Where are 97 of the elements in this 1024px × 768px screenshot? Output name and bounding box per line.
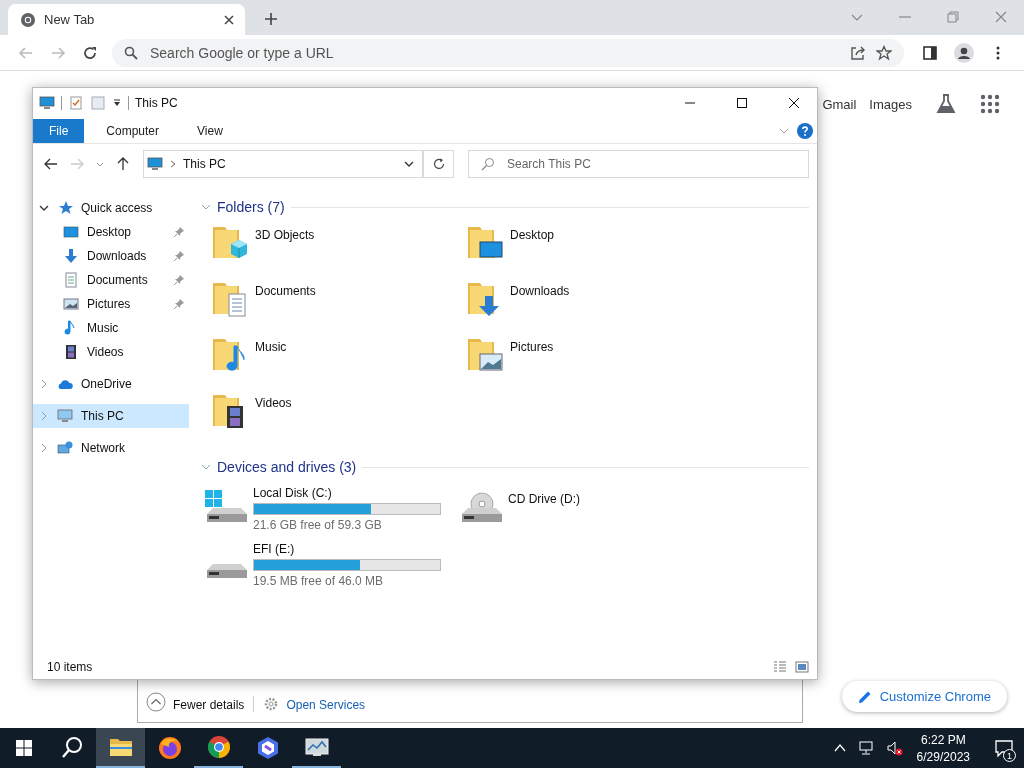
folder-name[interactable]: Downloads xyxy=(510,284,570,298)
free-space-text: 21.6 GB free of 59.3 GB xyxy=(253,518,383,532)
refresh-icon xyxy=(431,157,446,171)
chat-bubble-icon xyxy=(994,738,1014,758)
flask-icon[interactable] xyxy=(935,93,957,115)
properties-icon[interactable] xyxy=(68,95,84,111)
open-services-link[interactable]: Open Services xyxy=(286,698,366,712)
customize-chrome-button[interactable]: Customize Chrome xyxy=(841,681,1007,712)
tab-title: New Tab xyxy=(44,12,96,27)
group-heading[interactable]: Folders (7) xyxy=(217,199,285,215)
picture-icon xyxy=(63,296,79,312)
chrome-icon xyxy=(206,735,231,759)
sidebar-item[interactable]: OneDrive xyxy=(33,372,189,396)
clock[interactable]: 6:22 PM 6/29/2023 xyxy=(916,732,970,764)
desktop-icon xyxy=(63,224,79,240)
large-icons-view-icon[interactable] xyxy=(795,660,809,674)
fewer-details-link[interactable]: Fewer details xyxy=(173,698,245,712)
sidebar-item[interactable]: Music xyxy=(33,316,189,340)
gear-icon xyxy=(263,696,280,712)
network-icon xyxy=(57,440,73,456)
network-icon[interactable] xyxy=(858,740,875,756)
collapsed-icon[interactable] xyxy=(39,379,49,389)
pin-icon xyxy=(173,274,185,286)
reload-icon[interactable] xyxy=(82,44,98,61)
browser-tab[interactable]: New Tab xyxy=(8,4,245,35)
new-tab-icon[interactable] xyxy=(264,12,278,26)
drive-name[interactable]: CD Drive (D:) xyxy=(508,492,580,506)
collapsed-icon[interactable] xyxy=(39,443,49,453)
document-icon xyxy=(63,272,79,288)
drive-name[interactable]: EFI (E:) xyxy=(253,542,441,556)
profile-icon[interactable] xyxy=(954,42,974,63)
taskbar-app[interactable] xyxy=(96,728,145,768)
pin-icon xyxy=(173,250,185,262)
dropdown-icon[interactable] xyxy=(112,98,122,108)
side-panel-icon[interactable] xyxy=(922,44,938,61)
expanded-icon[interactable] xyxy=(39,203,49,213)
folder-name[interactable]: Videos xyxy=(255,396,292,410)
pencil-icon xyxy=(857,689,872,704)
collapse-group-icon[interactable] xyxy=(201,462,211,472)
download-arrow-icon xyxy=(63,248,79,264)
fox-globe-icon xyxy=(157,736,182,760)
up-icon[interactable] xyxy=(115,156,131,172)
clock-time: 6:22 PM xyxy=(920,732,966,747)
sidebar-item[interactable]: Pictures xyxy=(33,292,189,316)
search-field[interactable]: Search This PC xyxy=(468,150,809,178)
pin-icon xyxy=(173,226,185,238)
group-heading[interactable]: Devices and drives (3) xyxy=(217,459,357,475)
share-icon[interactable] xyxy=(850,44,866,61)
search-icon xyxy=(481,157,495,171)
address-bar[interactable]: Search Google or type a URL xyxy=(112,38,904,67)
collapse-icon[interactable] xyxy=(146,692,166,712)
help-icon[interactable] xyxy=(797,122,813,139)
chevron-icon xyxy=(169,160,177,168)
dropdown-icon xyxy=(404,159,414,169)
star-icon[interactable] xyxy=(876,44,892,61)
sidebar-item[interactable]: Network xyxy=(33,436,189,460)
hexagon-app-icon xyxy=(255,736,280,760)
folder-name[interactable]: Pictures xyxy=(510,340,554,354)
folder-name[interactable]: Music xyxy=(255,340,287,354)
film-icon xyxy=(63,344,79,360)
free-space-text: 19.5 MB free of 46.0 MB xyxy=(253,574,385,588)
ribbon-tab[interactable]: View xyxy=(181,118,239,143)
folder-name[interactable]: Desktop xyxy=(510,228,555,242)
search-icon xyxy=(124,45,138,60)
notification-count: 1 xyxy=(1003,749,1016,762)
collapse-group-icon[interactable] xyxy=(201,202,211,212)
drive-name[interactable]: Local Disk (C:) xyxy=(253,486,441,500)
address-input[interactable]: Search Google or type a URL xyxy=(148,43,840,62)
clock-date: 6/29/2023 xyxy=(916,749,970,764)
ribbon-tab[interactable]: File xyxy=(33,118,85,143)
ribbon-tab[interactable]: Computer xyxy=(90,118,176,143)
header-link[interactable]: Images xyxy=(869,96,912,112)
star-icon xyxy=(57,200,73,216)
header-link[interactable]: Gmail xyxy=(822,96,857,112)
back-icon[interactable] xyxy=(43,156,59,172)
sidebar-item[interactable]: This PC xyxy=(33,404,189,428)
refresh-button[interactable] xyxy=(423,150,454,178)
window-title: This PC xyxy=(135,96,178,110)
close-icon[interactable] xyxy=(223,13,235,26)
sidebar-item[interactable]: Videos xyxy=(33,340,189,364)
computer-icon xyxy=(39,95,55,111)
notifications-button[interactable]: 1 xyxy=(984,728,1024,768)
computer-icon xyxy=(147,156,163,172)
item-count: 10 items xyxy=(47,660,93,674)
folder-name[interactable]: 3D Objects xyxy=(255,228,315,242)
folder-name[interactable]: Documents xyxy=(255,284,316,298)
volume-muted-icon[interactable] xyxy=(886,740,903,756)
address-field[interactable]: This PC xyxy=(143,150,423,178)
sidebar-item[interactable]: Downloads xyxy=(33,244,189,268)
computer-icon xyxy=(57,408,73,424)
chrome-icon xyxy=(20,11,36,28)
sidebar-item[interactable]: Documents xyxy=(33,268,189,292)
sidebar-item[interactable]: Quick access xyxy=(33,196,189,220)
sidebar-item[interactable]: Desktop xyxy=(33,220,189,244)
apps-grid-icon[interactable] xyxy=(980,94,1000,114)
monitor-app-icon xyxy=(304,735,329,759)
pin-icon xyxy=(173,298,185,310)
